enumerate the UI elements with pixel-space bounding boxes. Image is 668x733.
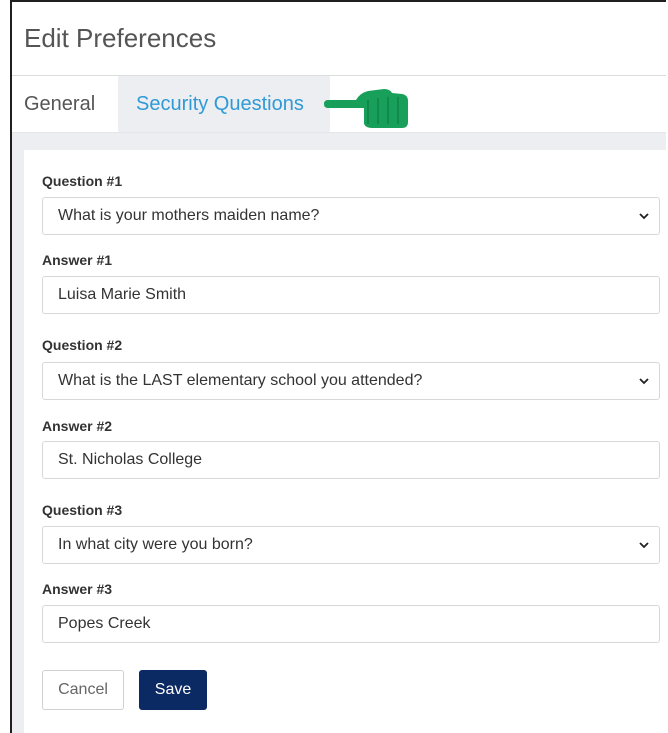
edit-preferences-dialog: Edit Preferences General Security Questi… — [10, 0, 668, 733]
question-3-value: In what city were you born? — [58, 536, 253, 553]
dialog-header: Edit Preferences — [12, 2, 666, 76]
cancel-button[interactable]: Cancel — [42, 670, 124, 710]
tab-security-questions[interactable]: Security Questions — [118, 76, 330, 132]
answer-2-input[interactable]: St. Nicholas College — [42, 441, 660, 479]
answer-2-label: Answer #2 — [42, 418, 113, 434]
question-1-label: Question #1 — [42, 173, 123, 189]
question-3-select[interactable]: In what city were you born? — [42, 526, 660, 564]
question-3-label: Question #3 — [42, 502, 123, 518]
question-1-value: What is your mothers maiden name? — [58, 207, 320, 224]
answer-2-value: St. Nicholas College — [58, 451, 203, 468]
chevron-down-icon — [639, 213, 649, 220]
dialog-title: Edit Preferences — [24, 23, 217, 53]
answer-1-label: Answer #1 — [42, 252, 113, 268]
chevron-down-icon — [639, 378, 649, 385]
chevron-down-icon — [639, 542, 649, 549]
answer-3-value: Popes Creek — [58, 615, 151, 632]
question-1-select[interactable]: What is your mothers maiden name? — [42, 197, 660, 235]
security-questions-form: Question #1 What is your mothers maiden … — [24, 150, 668, 733]
answer-3-label: Answer #3 — [42, 581, 113, 597]
tab-general[interactable]: General — [12, 76, 118, 132]
tab-bar: General Security Questions — [12, 76, 666, 133]
answer-3-input[interactable]: Popes Creek — [42, 605, 660, 643]
answer-1-input[interactable]: Luisa Marie Smith — [42, 276, 660, 314]
answer-1-value: Luisa Marie Smith — [58, 286, 187, 303]
question-2-label: Question #2 — [42, 337, 123, 353]
question-2-select[interactable]: What is the LAST elementary school you a… — [42, 362, 660, 400]
pointing-hand-icon — [324, 89, 408, 128]
security-questions-panel: Question #1 What is your mothers maiden … — [12, 133, 668, 733]
save-button[interactable]: Save — [139, 670, 207, 710]
question-2-value: What is the LAST elementary school you a… — [58, 372, 423, 389]
